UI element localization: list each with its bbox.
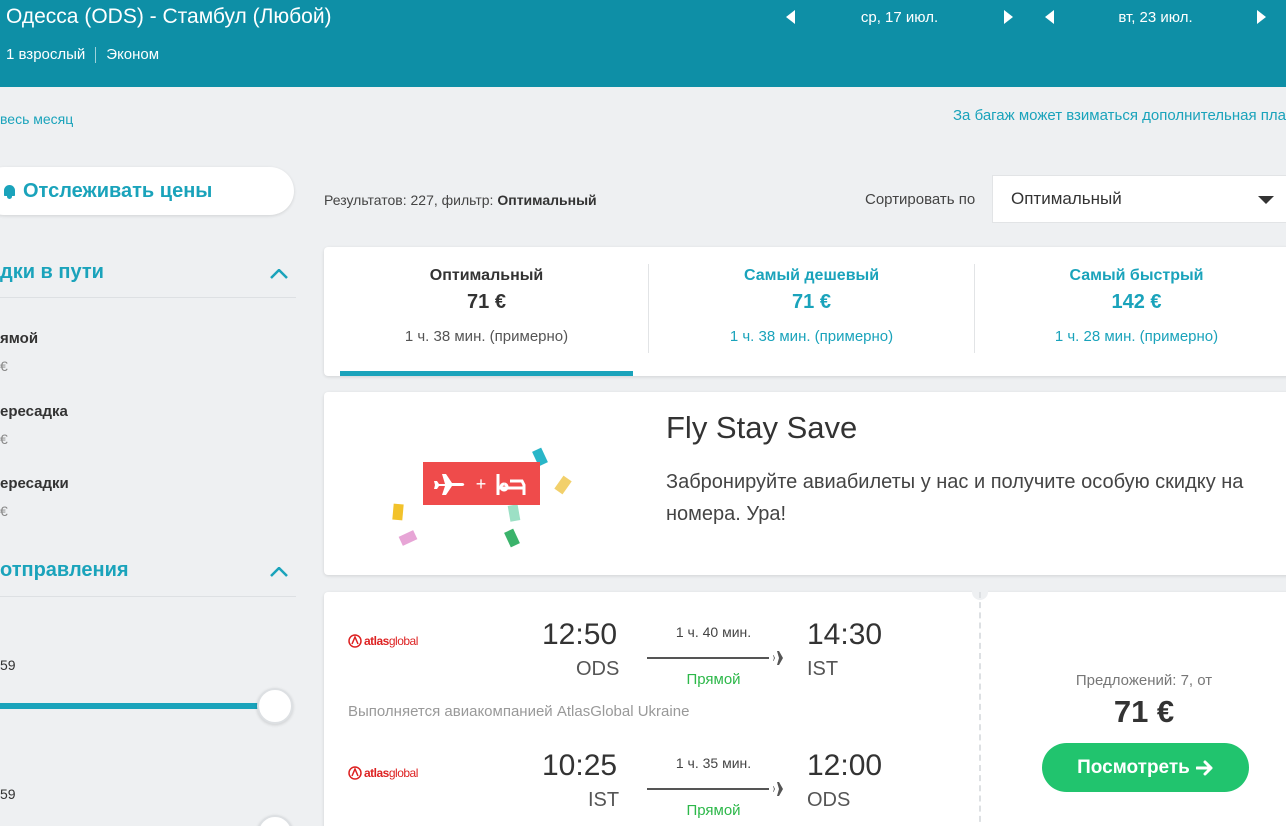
search-header: Одесса (ODS) - Стамбул (Любой) 1 взрослы… bbox=[0, 0, 1286, 87]
separator bbox=[95, 46, 97, 63]
tab-price: 71 € bbox=[792, 291, 831, 313]
offers-count: Предложений: 7, от bbox=[1075, 672, 1213, 689]
arrow-right-icon bbox=[1195, 760, 1213, 775]
view-offer-label: Посмотреть bbox=[1077, 756, 1190, 778]
results-filter: Оптимальный bbox=[497, 192, 597, 208]
track-prices-button[interactable]: Отслеживать цены bbox=[0, 167, 294, 215]
arrival-time-value: 59 bbox=[0, 786, 16, 802]
airline-logo: atlasglobal bbox=[348, 766, 418, 780]
tab-optimal[interactable]: Оптимальный 71 € 1 ч. 38 мин. (примерно) bbox=[324, 247, 649, 376]
stops-option-price: € bbox=[0, 358, 8, 374]
next-return-date-icon[interactable] bbox=[1257, 10, 1266, 24]
results-count: Результатов: 227, фильтр: bbox=[324, 192, 498, 208]
slider-handle[interactable] bbox=[257, 688, 293, 724]
depart-date-control: ср, 17 июл. bbox=[786, 6, 1013, 28]
departure-time-filter-title[interactable]: отправления bbox=[0, 559, 129, 582]
return-date-control: вт, 23 июл. bbox=[1045, 6, 1266, 28]
next-depart-date-icon[interactable] bbox=[1004, 10, 1013, 24]
stops-option-two[interactable]: ересадки bbox=[0, 475, 69, 492]
flight-line bbox=[647, 657, 769, 659]
tab-cheapest[interactable]: Самый дешевый 71 € 1 ч. 38 мин. (примерн… bbox=[649, 247, 974, 376]
departure-airport: ODS bbox=[576, 658, 620, 680]
stops-label: Прямой bbox=[686, 671, 741, 688]
tab-duration: 1 ч. 38 мин. (примерно) bbox=[404, 328, 569, 345]
tab-duration: 1 ч. 28 мин. (примерно) bbox=[1054, 328, 1219, 345]
tab-title: Оптимальный bbox=[429, 267, 544, 284]
prev-return-date-icon[interactable] bbox=[1045, 10, 1054, 24]
divider bbox=[0, 596, 296, 597]
chevron-up-icon[interactable] bbox=[270, 567, 288, 577]
route-title[interactable]: Одесса (ODS) - Стамбул (Любой) bbox=[6, 5, 332, 29]
stops-option-price: € bbox=[0, 431, 8, 447]
arrival-time: 14:30 bbox=[807, 618, 883, 651]
airline-logo: atlasglobal bbox=[348, 634, 418, 648]
whole-month-link[interactable]: весь месяц bbox=[0, 111, 73, 127]
arrival-airport: IST bbox=[807, 658, 839, 680]
stops-label: Прямой bbox=[686, 802, 741, 819]
promo-title: Fly Stay Save bbox=[666, 410, 858, 445]
tab-fastest[interactable]: Самый быстрый 142 € 1 ч. 28 мин. (пример… bbox=[974, 247, 1286, 376]
promo-text: Забронируйте авиабилеты у нас и получите… bbox=[666, 471, 1244, 525]
depart-date[interactable]: ср, 17 июл. bbox=[795, 9, 1004, 26]
tab-title: Самый дешевый bbox=[743, 267, 880, 284]
return-date[interactable]: вт, 23 июл. bbox=[1054, 9, 1257, 26]
slider-handle[interactable] bbox=[257, 815, 293, 826]
departure-time: 10:25 bbox=[542, 749, 618, 782]
chevron-up-icon[interactable] bbox=[270, 269, 288, 279]
logo-text: global bbox=[388, 634, 419, 648]
tab-duration: 1 ч. 38 мин. (примерно) bbox=[729, 328, 894, 345]
ticket-divider bbox=[979, 592, 981, 826]
flight-hotel-icon: + bbox=[392, 447, 572, 548]
stops-option-one[interactable]: ересадка bbox=[0, 403, 68, 420]
departure-time-slider[interactable] bbox=[0, 703, 270, 709]
flight-price: 71 € bbox=[1113, 694, 1175, 729]
stops-option-price: € bbox=[0, 503, 8, 519]
sort-select[interactable]: Оптимальный bbox=[992, 175, 1286, 223]
track-prices-label: Отслеживать цены bbox=[23, 179, 213, 202]
divider bbox=[0, 297, 296, 298]
flight-duration: 1 ч. 35 мин. bbox=[675, 755, 752, 771]
svg-text:+: + bbox=[476, 474, 487, 494]
view-offer-button[interactable]: Посмотреть bbox=[1042, 743, 1249, 792]
departure-time: 12:50 bbox=[542, 618, 618, 651]
flight-duration: 1 ч. 40 мин. bbox=[675, 624, 752, 640]
cabin-class[interactable]: Эконом bbox=[106, 46, 159, 63]
bell-icon bbox=[2, 184, 17, 199]
operated-by: Выполняется авиакомпанией AtlasGlobal Uk… bbox=[348, 703, 690, 720]
tab-price: 142 € bbox=[1111, 291, 1162, 313]
tab-title: Самый быстрый bbox=[1069, 267, 1204, 284]
flight-result-card[interactable]: atlasglobal 12:50 ODS 1 ч. 40 мин. Прямо… bbox=[324, 584, 1286, 826]
passengers-count[interactable]: 1 взрослый bbox=[6, 46, 85, 63]
atlasglobal-logo-icon bbox=[348, 766, 362, 780]
active-tab-indicator bbox=[340, 371, 633, 376]
passenger-info[interactable]: 1 взрослый Эконом bbox=[6, 46, 159, 63]
logo-text: atlas bbox=[364, 634, 389, 648]
flight-line bbox=[647, 788, 769, 790]
sort-tabs: Оптимальный 71 € 1 ч. 38 мин. (примерно)… bbox=[324, 247, 1286, 376]
sort-value: Оптимальный bbox=[1011, 189, 1122, 208]
plane-icon bbox=[773, 651, 790, 665]
fly-stay-save-banner[interactable]: + Fly Stay Save Забронируйте авиабилеты … bbox=[324, 392, 1286, 575]
arrival-airport: ODS bbox=[807, 789, 851, 811]
logo-text: atlas bbox=[364, 766, 389, 780]
stops-filter-title[interactable]: дки в пути bbox=[0, 261, 104, 284]
prev-depart-date-icon[interactable] bbox=[786, 10, 795, 24]
atlasglobal-logo-icon bbox=[348, 634, 362, 648]
plane-icon bbox=[773, 782, 790, 796]
results-summary: Результатов: 227, фильтр: Оптимальный bbox=[324, 192, 597, 208]
baggage-note-link[interactable]: За багаж может взиматься дополнительная … bbox=[953, 107, 1286, 124]
arrival-time: 12:00 bbox=[807, 749, 883, 782]
departure-airport: IST bbox=[588, 789, 620, 811]
stops-option-direct[interactable]: ямой bbox=[0, 330, 38, 347]
caret-down-icon bbox=[1258, 196, 1274, 204]
tab-price: 71 € bbox=[467, 291, 506, 313]
sort-label: Сортировать по bbox=[865, 191, 976, 208]
departure-time-value: 59 bbox=[0, 657, 16, 673]
logo-text: global bbox=[388, 766, 419, 780]
